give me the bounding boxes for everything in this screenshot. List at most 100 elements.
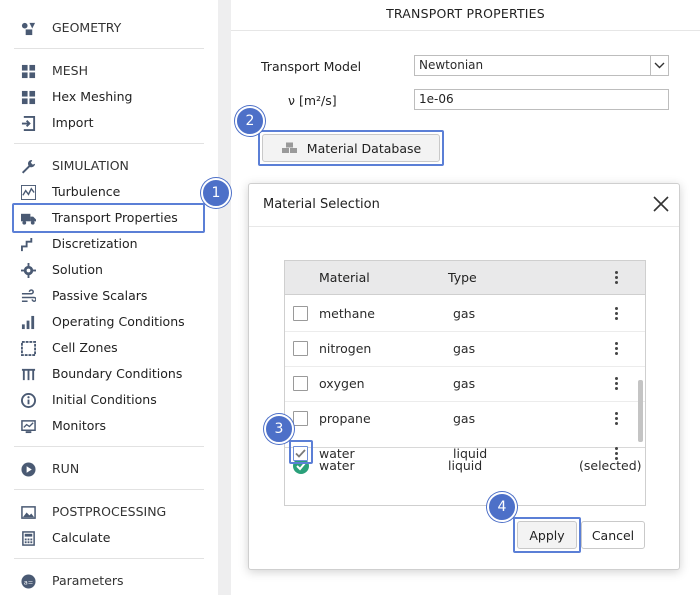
table-row[interactable]: oxygen gas xyxy=(285,366,645,401)
divider xyxy=(14,143,204,144)
material-type: gas xyxy=(453,341,476,356)
row-checkbox[interactable] xyxy=(293,341,308,356)
sidebar-item-label: Turbulence xyxy=(52,184,121,199)
sidebar-item-run[interactable]: RUN xyxy=(0,457,218,481)
material-type: gas xyxy=(453,376,476,391)
sidebar: GEOMETRY MESH Hex Meshing Import SIMULAT… xyxy=(0,0,218,595)
sidebar-item-import[interactable]: Import xyxy=(0,111,218,135)
close-icon[interactable] xyxy=(652,195,670,213)
apply-highlight xyxy=(513,517,581,553)
sidebar-item-cell-zones[interactable]: Cell Zones xyxy=(0,336,218,360)
calculator-icon xyxy=(22,531,35,546)
sidebar-item-solution[interactable]: Solution xyxy=(0,258,218,282)
sidebar-item-monitors[interactable]: Monitors xyxy=(0,414,218,438)
transport-properties-highlight xyxy=(12,203,205,233)
material-type: liquid xyxy=(453,446,488,461)
monitor-icon xyxy=(21,420,36,434)
sidebar-item-parameters[interactable]: a= Parameters xyxy=(0,569,218,593)
image-icon xyxy=(21,506,36,519)
water-checkbox-highlight xyxy=(289,440,313,464)
mesh-icon xyxy=(21,64,36,79)
cell-zones-icon xyxy=(21,341,36,356)
import-icon xyxy=(21,116,36,131)
sidebar-item-discretization[interactable]: Discretization xyxy=(0,232,218,256)
scrollbar[interactable] xyxy=(638,380,643,442)
cancel-button[interactable]: Cancel xyxy=(581,521,645,549)
wind-icon xyxy=(21,289,36,302)
sidebar-item-label: Calculate xyxy=(52,530,111,545)
sidebar-item-label: SIMULATION xyxy=(52,158,129,173)
parameters-icon: a= xyxy=(21,574,36,589)
material-name: nitrogen xyxy=(319,341,372,356)
sidebar-item-passive-scalars[interactable]: Passive Scalars xyxy=(0,284,218,308)
row-menu-icon[interactable] xyxy=(613,341,619,357)
sidebar-item-label: Initial Conditions xyxy=(52,392,157,407)
sidebar-item-label: POSTPROCESSING xyxy=(52,504,167,519)
divider xyxy=(249,226,679,227)
divider xyxy=(14,489,204,490)
row-menu-icon[interactable] xyxy=(613,306,619,322)
row-checkbox[interactable] xyxy=(293,306,308,321)
material-name: water xyxy=(319,446,355,461)
sidebar-item-label: GEOMETRY xyxy=(52,20,122,35)
sidebar-item-hex-meshing[interactable]: Hex Meshing xyxy=(0,85,218,109)
geometry-icon xyxy=(21,22,36,36)
transport-model-label: Transport Model xyxy=(261,59,362,74)
sidebar-item-turbulence[interactable]: Turbulence xyxy=(0,180,218,204)
sidebar-item-label: Boundary Conditions xyxy=(52,366,183,381)
step-badge-2: 2 xyxy=(235,106,265,136)
table-row[interactable]: methane gas xyxy=(285,296,645,331)
divider xyxy=(14,48,204,49)
step-badge-1: 1 xyxy=(201,178,231,208)
material-selection-dialog: Material Selection Material Type methane… xyxy=(248,183,680,570)
sidebar-splitter[interactable] xyxy=(218,0,231,595)
step-badge-4: 4 xyxy=(487,492,517,522)
info-icon xyxy=(21,393,36,408)
column-header-type[interactable]: Type xyxy=(448,270,477,285)
sidebar-item-label: Cell Zones xyxy=(52,340,118,355)
sidebar-item-label: Solution xyxy=(52,262,103,277)
sidebar-item-boundary-conditions[interactable]: Boundary Conditions xyxy=(0,362,218,386)
nu-input[interactable]: 1e-06 xyxy=(414,89,669,110)
column-menu-icon[interactable] xyxy=(613,270,619,286)
row-menu-icon[interactable] xyxy=(613,446,619,462)
material-type: gas xyxy=(453,306,476,321)
sidebar-item-label: Discretization xyxy=(52,236,138,251)
table-row[interactable]: nitrogen gas xyxy=(285,331,645,366)
sidebar-item-label: RUN xyxy=(52,461,80,476)
sidebar-item-label: Hex Meshing xyxy=(52,89,133,104)
row-checkbox[interactable] xyxy=(293,376,308,391)
step-badge-3: 3 xyxy=(264,414,294,444)
divider xyxy=(231,30,700,31)
column-header-material[interactable]: Material xyxy=(319,270,370,285)
divider xyxy=(14,558,204,559)
wrench-icon xyxy=(21,159,36,174)
sidebar-item-label: MESH xyxy=(52,63,89,78)
sidebar-item-geometry[interactable]: GEOMETRY xyxy=(0,16,218,40)
play-icon xyxy=(21,462,36,477)
table-row[interactable]: water liquid xyxy=(285,436,645,471)
sidebar-item-label: Import xyxy=(52,115,94,130)
sidebar-item-initial-conditions[interactable]: Initial Conditions xyxy=(0,388,218,412)
chevron-down-icon xyxy=(650,56,668,75)
sidebar-item-label: Parameters xyxy=(52,573,124,588)
nu-label: ν [m²/s] xyxy=(288,93,337,108)
transport-model-select[interactable]: Newtonian xyxy=(414,55,669,76)
sidebar-item-label: Monitors xyxy=(52,418,107,433)
sidebar-item-mesh[interactable]: MESH xyxy=(0,59,218,83)
sidebar-item-operating-conditions[interactable]: Operating Conditions xyxy=(0,310,218,334)
material-name: oxygen xyxy=(319,376,365,391)
sidebar-item-label: Operating Conditions xyxy=(52,314,185,329)
sidebar-item-label: Passive Scalars xyxy=(52,288,148,303)
dialog-title: Material Selection xyxy=(263,197,380,212)
material-database-highlight xyxy=(258,130,444,166)
sidebar-item-calculate[interactable]: Calculate xyxy=(0,526,218,550)
row-menu-icon[interactable] xyxy=(613,376,619,392)
transport-model-value: Newtonian xyxy=(419,58,484,72)
boundary-icon xyxy=(21,368,36,381)
material-name: methane xyxy=(319,306,375,321)
bar-chart-icon xyxy=(21,315,35,330)
sidebar-item-simulation[interactable]: SIMULATION xyxy=(0,154,218,178)
gear-icon xyxy=(21,263,36,278)
sidebar-item-postprocessing[interactable]: POSTPROCESSING xyxy=(0,500,218,524)
